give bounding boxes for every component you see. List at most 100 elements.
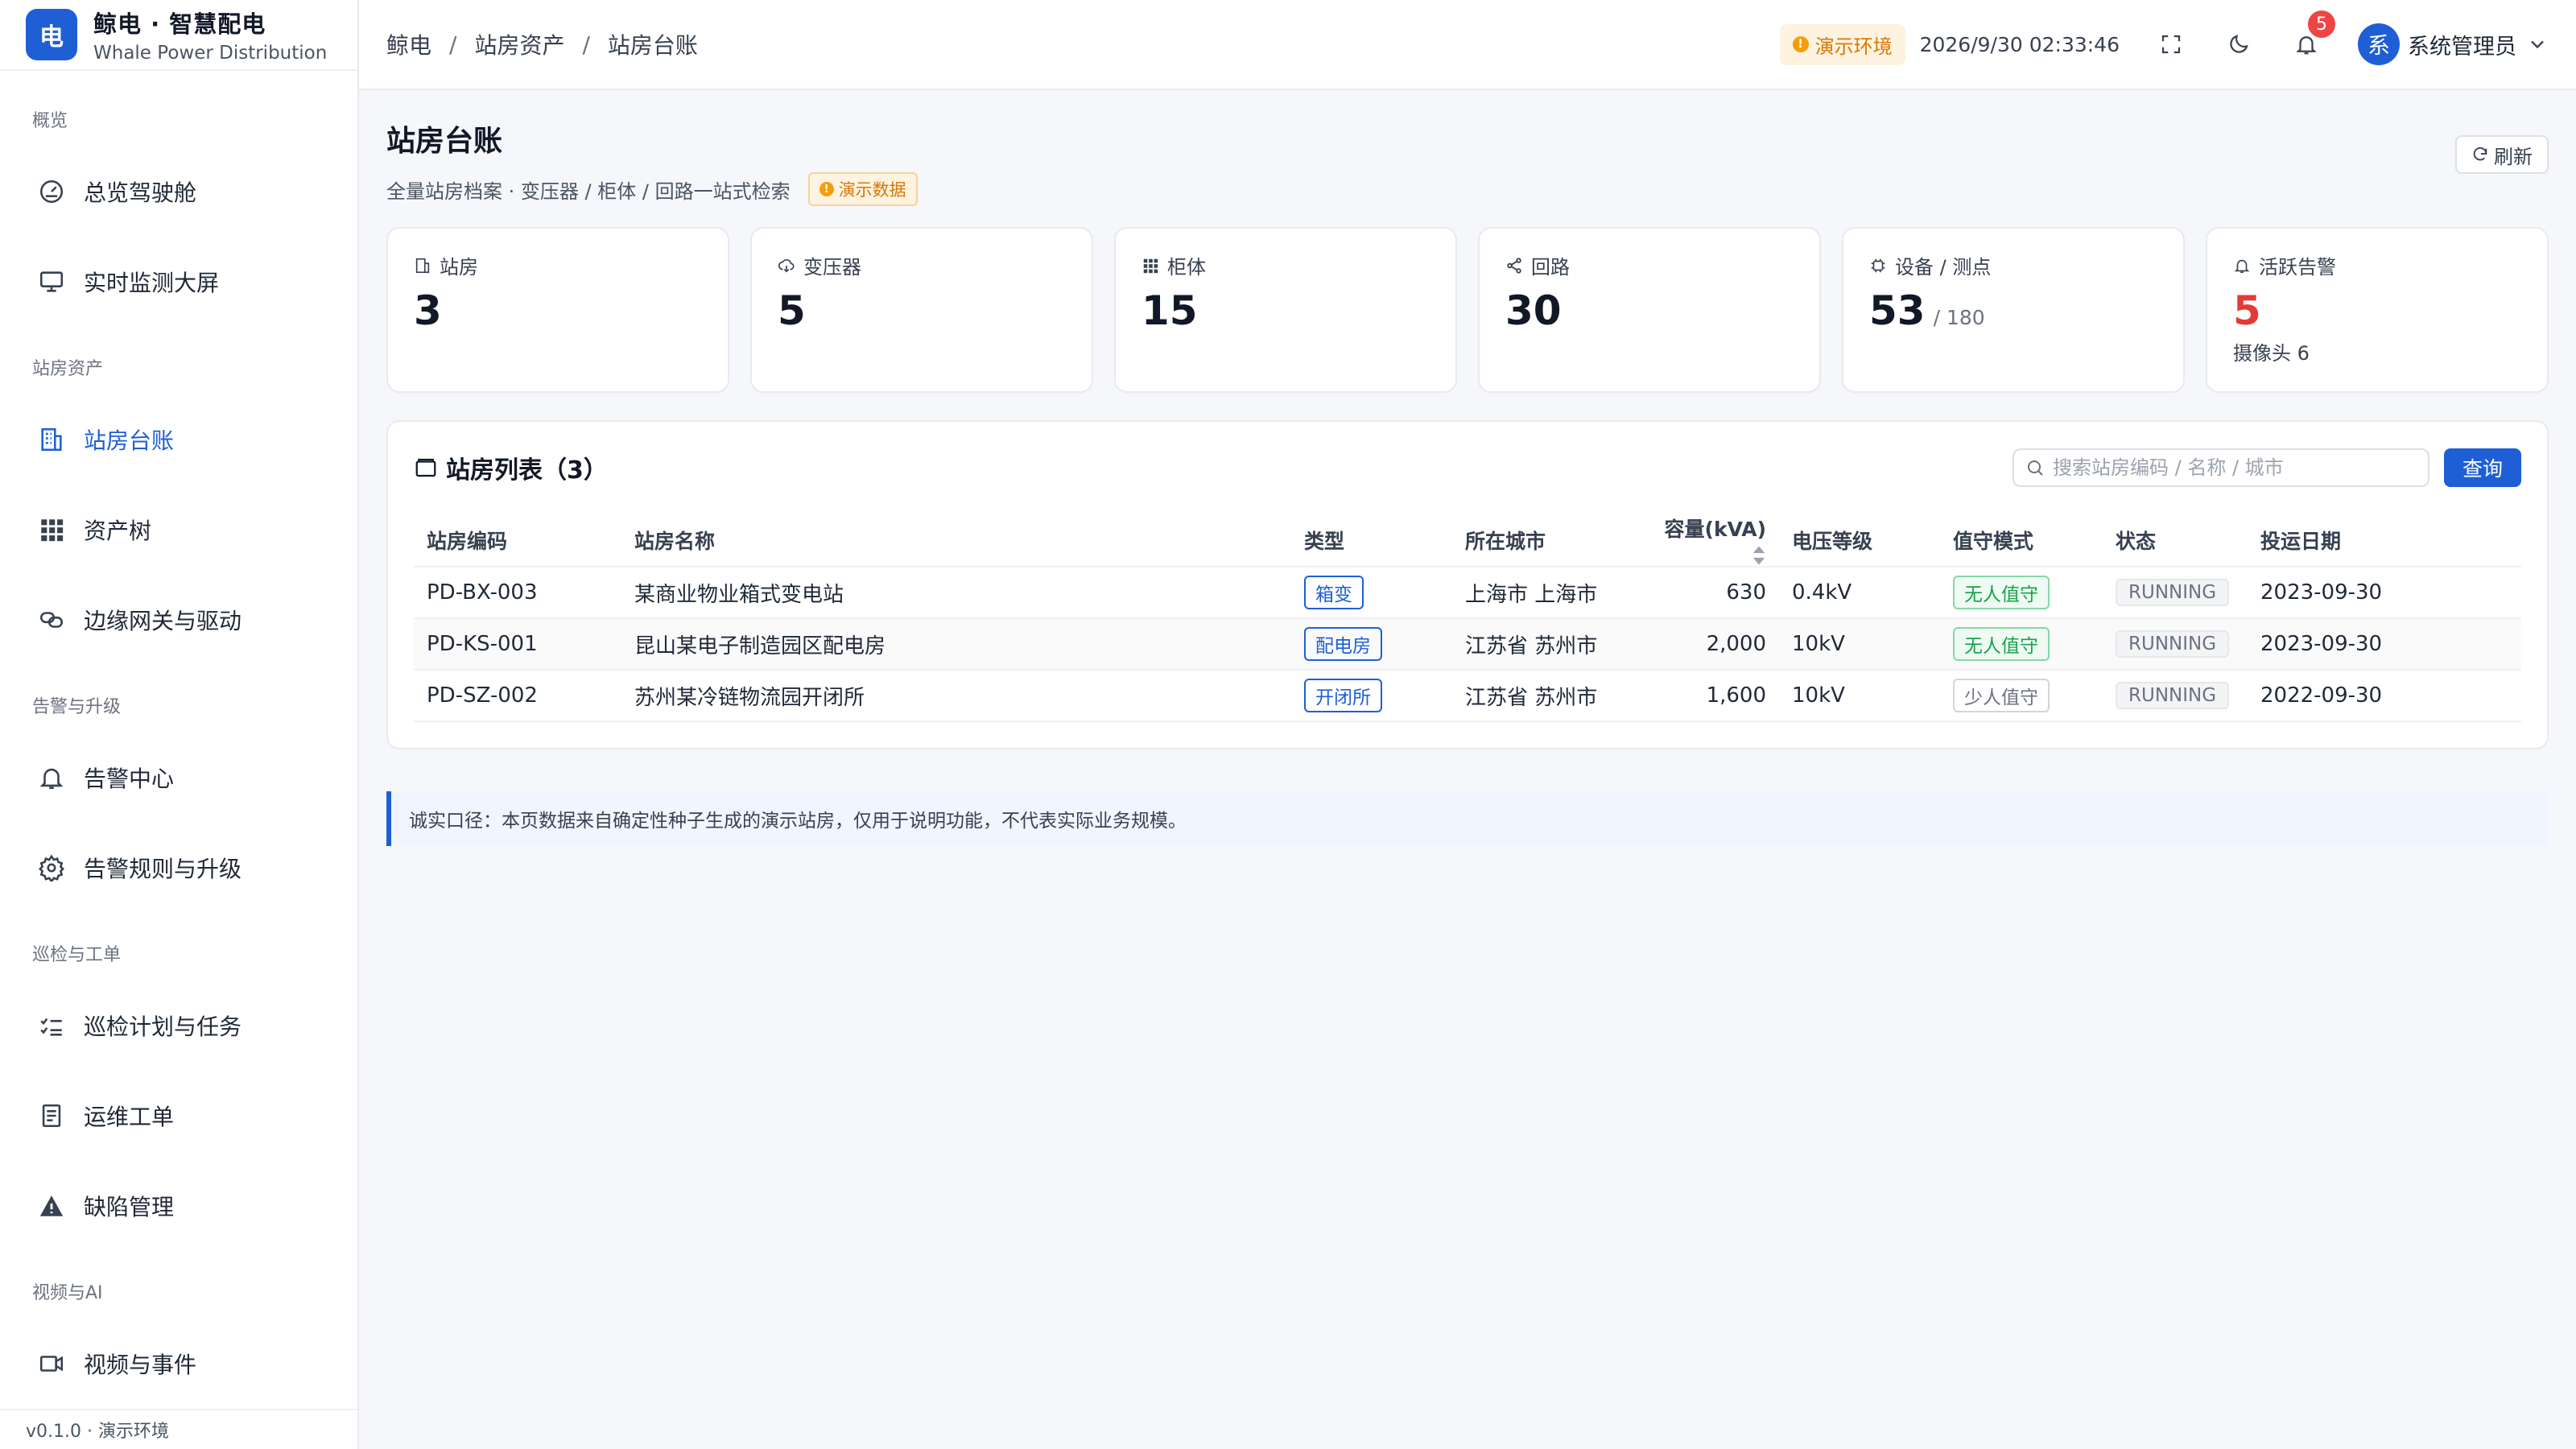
type-tag: 箱变	[1304, 576, 1364, 609]
status-badge: RUNNING	[2116, 630, 2230, 658]
refresh-button[interactable]: 刷新	[2455, 135, 2549, 174]
table-header-row: 站房编码 站房名称 类型 所在城市 容量(kVA) 电压等级 值守模式 状态 投…	[414, 514, 2521, 568]
env-tag: ! 演示环境	[1779, 23, 1905, 65]
sidebar-item-label: 边缘网关与驱动	[84, 608, 242, 635]
cell-status: RUNNING	[2103, 567, 2248, 619]
table-row[interactable]: PD-SZ-002 苏州某冷链物流园开闭所 开闭所 江苏省 苏州市 1,600 …	[414, 670, 2521, 722]
stat-label: 站房	[440, 256, 478, 279]
refresh-label: 刷新	[2494, 146, 2533, 168]
brand-subtitle: Whale Power Distribution	[93, 43, 328, 64]
grid-icon	[37, 515, 66, 544]
column-header-code[interactable]: 站房编码	[414, 514, 621, 568]
stat-card-alarms: 活跃告警 5 摄像头 6	[2206, 227, 2549, 393]
column-header-mode[interactable]: 值守模式	[1940, 514, 2103, 568]
brand-logo: 电	[26, 9, 77, 61]
sort-icon	[1752, 546, 1765, 565]
breadcrumb-separator: /	[582, 31, 590, 58]
sidebar-item-label: 资产树	[84, 518, 152, 545]
search-box[interactable]	[2013, 448, 2429, 487]
cell-date: 2022-09-30	[2248, 670, 2521, 722]
column-header-voltage[interactable]: 电压等级	[1779, 514, 1940, 568]
nav-group-label: 巡检与工单	[32, 945, 122, 966]
stat-value: 15	[1141, 287, 1430, 334]
cell-voltage: 10kV	[1779, 670, 1940, 722]
search-input[interactable]	[2053, 456, 2407, 479]
cell-type: 箱变	[1291, 567, 1452, 619]
nav-group-label: 站房资产	[32, 359, 104, 380]
cell-name: 某商业物业箱式变电站	[621, 567, 1291, 619]
table-row[interactable]: PD-KS-001 昆山某电子制造园区配电房 配电房 江苏省 苏州市 2,000…	[414, 618, 2521, 671]
sidebar-item-dashboard[interactable]: 总览驾驶舱	[0, 147, 357, 237]
sidebar-item-asset-tree[interactable]: 资产树	[0, 485, 357, 575]
column-header-status[interactable]: 状态	[2103, 514, 2248, 568]
column-header-type[interactable]: 类型	[1291, 514, 1452, 568]
demo-data-label: 演示数据	[838, 180, 906, 200]
search-icon	[2028, 460, 2043, 476]
monitor-icon	[37, 267, 66, 296]
sidebar-item-defects[interactable]: 缺陷管理	[0, 1161, 357, 1251]
notification-button[interactable]: 5	[2290, 10, 2335, 60]
topbar: 鲸电 / 站房资产 / 站房台账 ! 演示环境 2026/9/30 02:33:…	[359, 0, 2576, 90]
cell-name: 昆山某电子制造园区配电房	[621, 618, 1291, 671]
sidebar-item-label: 视频与事件	[84, 1352, 197, 1379]
sidebar-item-station-ledger[interactable]: 站房台账	[0, 394, 357, 485]
stat-label-row: 活跃告警	[2233, 251, 2521, 279]
checklist-icon	[37, 1011, 66, 1040]
brand[interactable]: 电 鲸电 · 智慧配电 Whale Power Distribution	[0, 0, 357, 72]
stat-label: 柜体	[1167, 256, 1206, 279]
sidebar-item-label: 巡检计划与任务	[84, 1013, 242, 1041]
main-area: 鲸电 / 站房资产 / 站房台账 ! 演示环境 2026/9/30 02:33:…	[359, 0, 2576, 1449]
chip-icon	[1871, 258, 1885, 272]
theme-toggle-button[interactable]	[2223, 28, 2255, 60]
sidebar-item-video[interactable]: 视频与事件	[0, 1319, 357, 1409]
sidebar-item-work-orders[interactable]: 运维工单	[0, 1071, 357, 1161]
table-row[interactable]: PD-BX-003 某商业物业箱式变电站 箱变 上海市 上海市 630 0.4k…	[414, 567, 2521, 619]
column-header-capacity[interactable]: 容量(kVA)	[1633, 514, 1779, 568]
cell-capacity: 1,600	[1633, 670, 1779, 722]
column-header-city[interactable]: 所在城市	[1452, 514, 1633, 568]
sidebar-item-alarm-rules[interactable]: 告警规则与升级	[0, 823, 357, 913]
sidebar-item-monitor[interactable]: 实时监测大屏	[0, 237, 357, 327]
stat-label-row: 回路	[1505, 251, 1794, 279]
user-menu[interactable]: 系 系统管理员	[2358, 23, 2549, 65]
stat-label-row: 变压器	[778, 251, 1066, 279]
column-header-name[interactable]: 站房名称	[621, 514, 1291, 568]
breadcrumb-item-home[interactable]: 鲸电	[386, 28, 431, 60]
bell-icon	[37, 763, 66, 792]
breadcrumb-separator: /	[449, 31, 457, 58]
page-content: 站房台账 全量站房档案 · 变压器 / 柜体 / 回路一站式检索 ! 演示数据 …	[359, 90, 2576, 846]
cell-date: 2023-09-30	[2248, 567, 2521, 619]
topbar-right: ! 演示环境 2026/9/30 02:33:46 5 系 系统管理员	[1779, 10, 2549, 65]
panel-title: 站房列表（3）	[446, 456, 608, 485]
stat-label: 回路	[1531, 256, 1570, 279]
stat-card-devices: 设备 / 测点 53 / 180	[1842, 227, 2185, 393]
stat-value: 5	[778, 287, 1066, 334]
sidebar-item-alarm-center[interactable]: 告警中心	[0, 733, 357, 823]
stat-card-cabinets: 柜体 15	[1114, 227, 1457, 393]
fullscreen-button[interactable]	[2155, 28, 2187, 60]
sidebar-item-edge-gateway[interactable]: 边缘网关与驱动	[0, 575, 357, 665]
cell-mode: 少人值守	[1940, 670, 2103, 722]
mode-tag: 少人值守	[1953, 679, 2050, 712]
building-icon	[37, 425, 66, 454]
share-icon	[1507, 257, 1521, 274]
cell-city: 江苏省 苏州市	[1452, 618, 1633, 671]
stat-extra: 摄像头 6	[2233, 342, 2310, 365]
stat-number: 3	[414, 287, 442, 334]
gear-icon	[37, 853, 66, 882]
sidebar-item-inspection[interactable]: 巡检计划与任务	[0, 980, 357, 1071]
brand-title: 鲸电 · 智慧配电	[93, 10, 266, 39]
breadcrumb-item-assets[interactable]: 站房资产	[474, 28, 564, 60]
datetime: 2026/9/30 02:33:46	[1919, 32, 2120, 56]
app-root: 电 鲸电 · 智慧配电 Whale Power Distribution 概览 …	[0, 0, 2576, 1449]
moon-icon	[2230, 35, 2248, 53]
sidebar: 电 鲸电 · 智慧配电 Whale Power Distribution 概览 …	[0, 0, 359, 1449]
nav-group-label: 概览	[32, 111, 68, 132]
info-icon: !	[1792, 36, 1809, 52]
query-button[interactable]: 查询	[2444, 448, 2521, 487]
column-header-date[interactable]: 投运日期	[2248, 514, 2521, 568]
stat-label: 活跃告警	[2259, 256, 2336, 279]
cell-status: RUNNING	[2103, 618, 2248, 671]
page-subtitle-row: 全量站房档案 · 变压器 / 柜体 / 回路一站式检索 ! 演示数据	[386, 172, 2549, 206]
page-subtitle: 全量站房档案 · 变压器 / 柜体 / 回路一站式检索	[386, 180, 791, 203]
